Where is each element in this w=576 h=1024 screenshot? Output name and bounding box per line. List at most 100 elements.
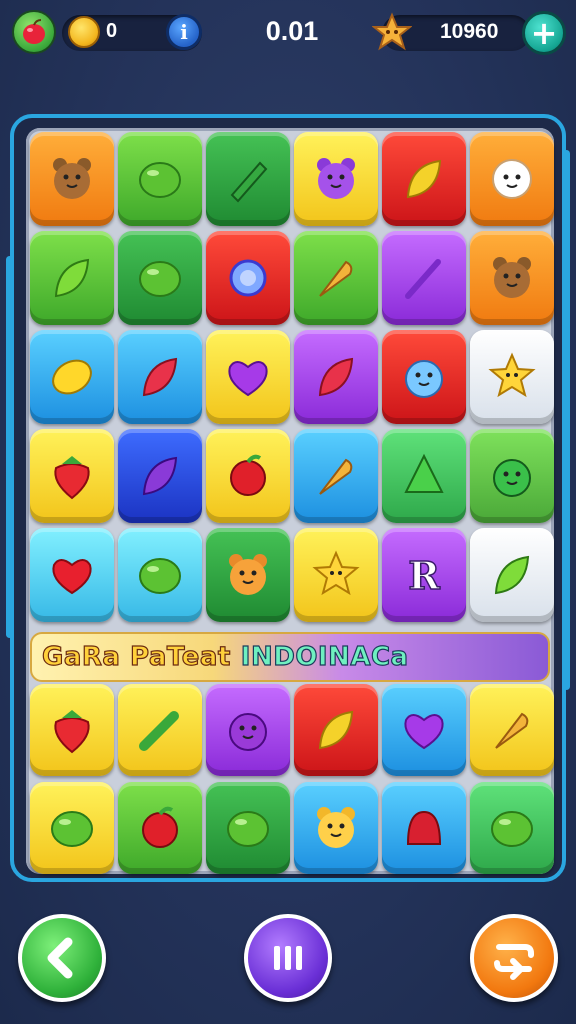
board-tile-r4-c2[interactable] [118,429,202,523]
red-leaf-icon [142,357,178,397]
board-tile-r4-c1[interactable] [30,429,114,523]
lower-tile-r1-c6[interactable] [470,684,554,776]
board-tile-r5-c3[interactable] [206,528,290,622]
lower-tile-r1-c4[interactable] [294,684,378,776]
orange-bear-icon [229,554,267,595]
bear-face-icon [53,158,91,199]
strawberry-icon [54,456,90,500]
lower-tile-r1-c1[interactable] [30,684,114,776]
lime-icon [139,162,181,198]
lower-tile-r2-c5[interactable] [382,782,466,874]
top-hud: 0 i 0.01 10960 + [0,0,576,70]
yellow-bear-icon [317,807,355,848]
red-leaf-icon [318,357,354,397]
lower-tile-r2-c2[interactable] [118,782,202,874]
board-tile-r4-c5[interactable] [382,429,466,523]
board-tile-r4-c6[interactable] [470,429,554,523]
heart-icon [52,559,92,595]
back-arrow-icon [47,937,73,979]
lower-tile-r2-c6[interactable] [470,782,554,874]
board-tile-r1-c6[interactable] [470,132,554,226]
board-tile-r3-c5[interactable] [382,330,466,424]
board-tile-r2-c5[interactable] [382,231,466,325]
board-tile-r2-c3[interactable] [206,231,290,325]
purple-bear-icon [317,158,355,199]
banner-text-primary: GaRa PaTeat [41,641,231,672]
score-star-icon [372,12,412,51]
bear-face-icon [493,257,531,298]
info-button[interactable]: i [166,14,202,50]
purple-stick-icon [405,259,441,299]
lower-tile-r2-c3[interactable] [206,782,290,874]
board-tile-r1-c2[interactable] [118,132,202,226]
strawberry-icon [54,710,90,754]
white-ghost-icon [492,159,532,199]
star-icon [312,550,360,596]
board-tile-r5-c1[interactable] [30,528,114,622]
board-tile-r3-c2[interactable] [118,330,202,424]
shuffle-button[interactable] [470,914,558,1002]
coin-icon [68,16,100,48]
apple-icon [142,806,178,848]
green-frog-icon [493,459,531,497]
apple-badge-icon [12,10,56,54]
pause-button[interactable] [244,914,332,1002]
carrot-icon [319,458,353,495]
board-tile-r2-c1[interactable] [30,231,114,325]
star-icon [488,352,536,398]
blue-cat-icon [405,360,443,398]
lower-tile-r2-c4[interactable] [294,782,378,874]
lime-icon [227,811,269,847]
lime-icon [139,261,181,297]
shuffle-icon [494,944,534,980]
board-tile-r2-c4[interactable] [294,231,378,325]
timer-display: 0.01 [265,16,319,46]
board-tile-r1-c1[interactable] [30,132,114,226]
green-bean-icon [139,711,179,751]
purple-blob-icon [229,713,267,751]
lower-tile-r1-c2[interactable] [118,684,202,776]
purple-heart-icon [404,714,444,750]
board-tile-r5-c2[interactable] [118,528,202,622]
board-tile-r3-c6[interactable] [470,330,554,424]
blue-ring-icon [229,259,267,297]
board-tile-r5-c5[interactable]: R [382,528,466,622]
board-tile-r4-c4[interactable] [294,429,378,523]
letter-r-icon: R [407,552,441,599]
leaf-icon [494,555,530,595]
combo-banner: GaRa PaTeat INDOINACa [30,632,550,682]
lower-tile-r1-c3[interactable] [206,684,290,776]
board-tile-r2-c2[interactable] [118,231,202,325]
lower-tile-r1-c5[interactable] [382,684,466,776]
yellow-leaf-icon [406,159,442,199]
purple-leaf-icon [142,456,178,496]
score-value: 10960 [440,20,499,43]
board-tile-r1-c3[interactable] [206,132,290,226]
board-tile-r3-c4[interactable] [294,330,378,424]
pencil-icon [230,161,268,203]
carrot-icon [319,260,353,297]
red-bell-icon [406,810,442,845]
board-tile-r1-c5[interactable] [382,132,466,226]
lower-tile-r2-c1[interactable] [30,782,114,874]
board-tile-r4-c3[interactable] [206,429,290,523]
lime-icon [51,811,93,847]
svg-text:R: R [408,553,440,598]
lime-icon [139,558,181,594]
green-cone-icon [404,453,444,493]
board-tile-r5-c6[interactable] [470,528,554,622]
board-tile-r3-c1[interactable] [30,330,114,424]
board-tile-r2-c6[interactable] [470,231,554,325]
banner-text-secondary: INDOINACa [240,641,409,672]
board-tile-r5-c4[interactable] [294,528,378,622]
add-button[interactable]: + [522,11,566,55]
back-button[interactable] [18,914,106,1002]
leaf-icon [54,258,90,298]
tile-grid-top: R [30,132,554,622]
coin-count: 0 [106,20,118,42]
board-tile-r3-c3[interactable] [206,330,290,424]
carrot-icon [495,712,529,749]
board-tile-r1-c4[interactable] [294,132,378,226]
purple-heart-icon [228,361,268,397]
pause-icon [274,946,302,970]
